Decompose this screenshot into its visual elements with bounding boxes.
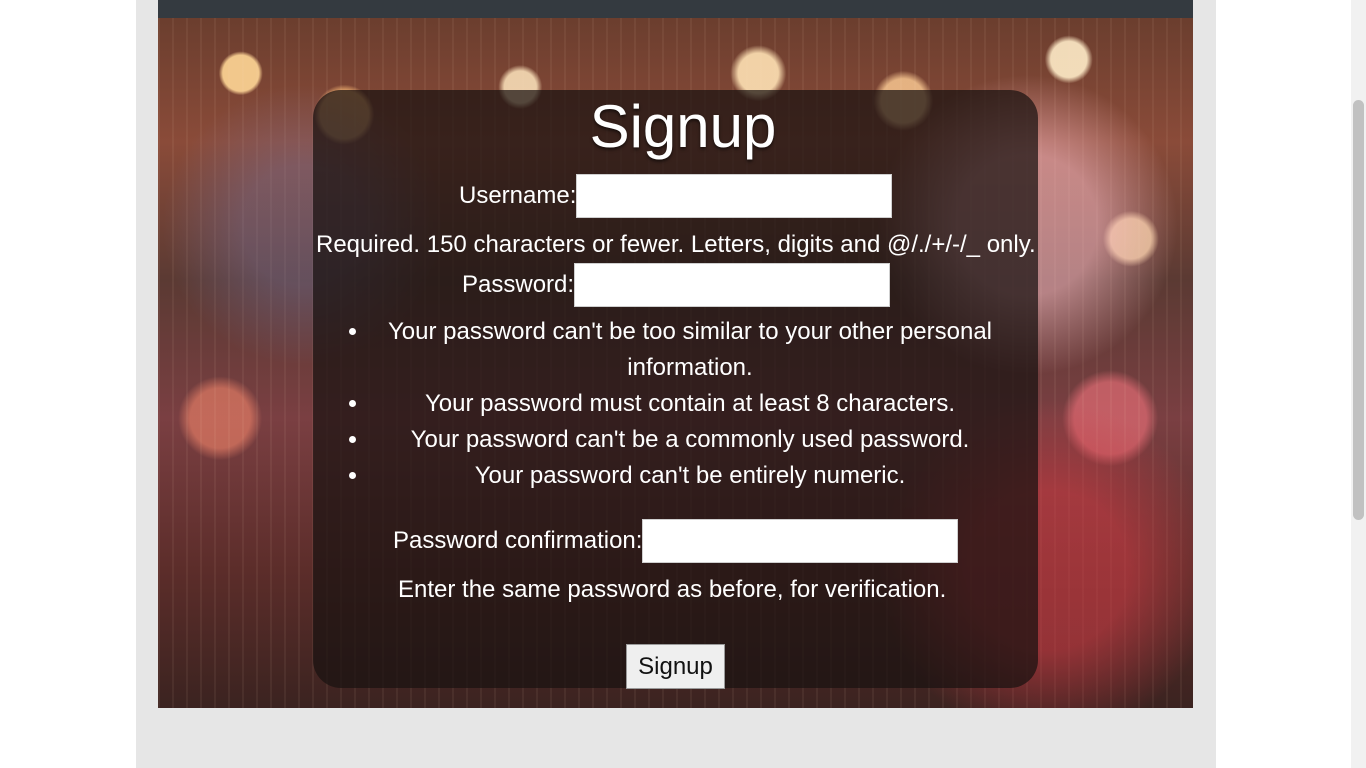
- signup-button[interactable]: Signup: [626, 644, 725, 689]
- password-rule: Your password must contain at least 8 ch…: [370, 386, 1040, 422]
- page-title: Signup: [589, 93, 777, 160]
- password-confirmation-input[interactable]: [642, 519, 959, 563]
- password-rule: Your password can't be entirely numeric.: [370, 458, 1040, 494]
- password-row: Password:: [462, 263, 891, 307]
- password-confirmation-label: Password confirmation:: [393, 527, 643, 554]
- username-label: Username:: [459, 182, 577, 209]
- password-label: Password:: [462, 271, 575, 298]
- password-rule: Your password can't be too similar to yo…: [370, 314, 1040, 386]
- password-rules-list: Your password can't be too similar to yo…: [370, 314, 1040, 494]
- password-confirmation-row: Password confirmation:: [393, 519, 959, 563]
- scrollbar-thumb[interactable]: [1353, 100, 1364, 520]
- username-row: Username:: [459, 174, 893, 218]
- username-helptext: Required. 150 characters or fewer. Lette…: [316, 231, 1036, 258]
- password-rule: Your password can't be a commonly used p…: [370, 422, 1040, 458]
- username-input[interactable]: [576, 174, 893, 218]
- password-confirmation-helptext: Enter the same password as before, for v…: [398, 576, 947, 603]
- password-input[interactable]: [574, 263, 891, 307]
- top-navbar: [158, 0, 1193, 18]
